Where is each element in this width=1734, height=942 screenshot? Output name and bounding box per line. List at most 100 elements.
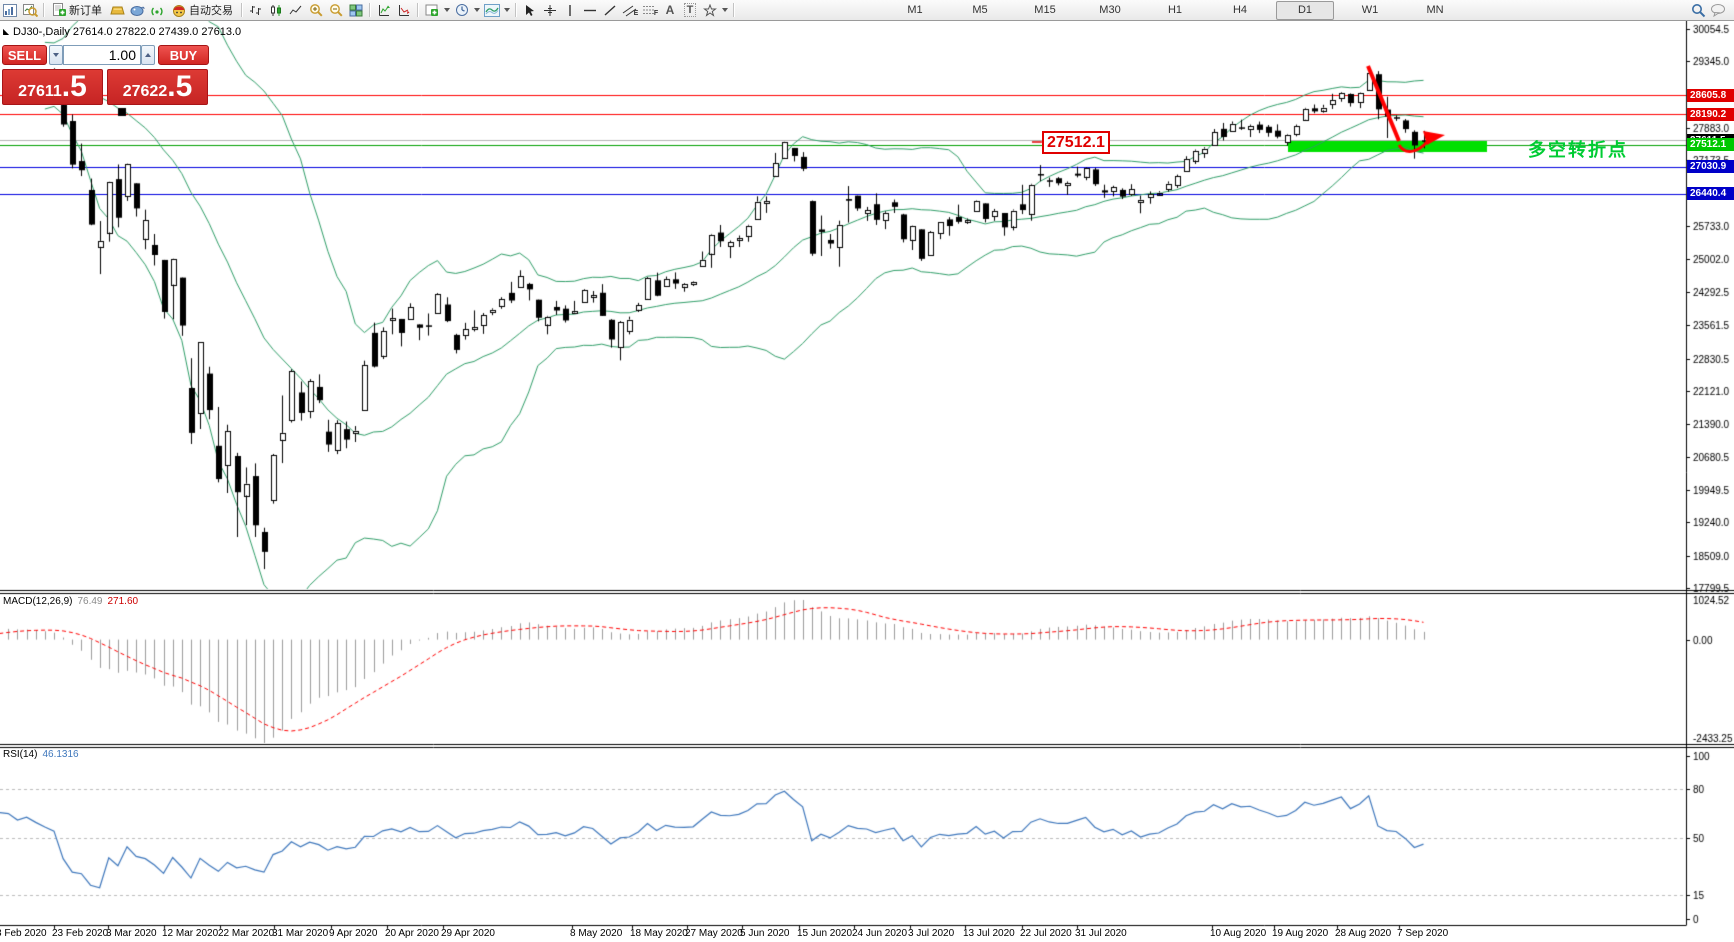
vertical-line-tool-icon[interactable] bbox=[560, 1, 580, 19]
candle-chart-mode-icon[interactable] bbox=[266, 1, 286, 19]
mql5-community-icon[interactable] bbox=[127, 1, 147, 19]
new-order-label: 新订单 bbox=[69, 5, 102, 17]
macd-signal-value: 271.60 bbox=[107, 596, 139, 607]
timeframe-button-W1[interactable]: W1 bbox=[1341, 1, 1399, 20]
timeframe-button-M1[interactable]: M1 bbox=[886, 1, 944, 20]
new-order-icon bbox=[53, 3, 66, 16]
auto-trading-icon bbox=[173, 4, 185, 17]
new-order-button[interactable]: 新订单 bbox=[48, 1, 107, 19]
add-indicator-icon[interactable] bbox=[422, 1, 442, 19]
toolbar-separator bbox=[733, 3, 735, 17]
date-axis-label: 28 Aug 2020 bbox=[1335, 928, 1392, 939]
fibo-letter: F bbox=[653, 9, 659, 17]
date-axis-label: 29 Apr 2020 bbox=[441, 928, 495, 939]
volume-increase-button[interactable] bbox=[141, 45, 155, 65]
new-chart-icon[interactable] bbox=[0, 1, 20, 19]
date-axis: 3 Feb 2020 23 Feb 2020 3 Mar 2020 12 Mar 20… bbox=[0, 926, 1734, 942]
sell-price-main: 27611 bbox=[18, 83, 62, 100]
horizontal-line-tool-icon[interactable] bbox=[580, 1, 600, 19]
macd-value: 76.49 bbox=[77, 596, 103, 607]
indicator-list-icon[interactable] bbox=[394, 1, 414, 19]
timeframe-button-H4[interactable]: H4 bbox=[1211, 1, 1269, 20]
toolbar-separator bbox=[43, 3, 45, 17]
toolbar-separator bbox=[241, 3, 243, 17]
gold-icon[interactable] bbox=[107, 1, 127, 19]
timeframe-button-M5[interactable]: M5 bbox=[951, 1, 1009, 20]
volume-decrease-button[interactable] bbox=[49, 45, 63, 65]
auto-trading-label: 自动交易 bbox=[189, 5, 233, 17]
sell-price-frac: .5 bbox=[61, 70, 87, 103]
date-axis-label: 22 Mar 2020 bbox=[218, 928, 275, 939]
tile-windows-icon[interactable] bbox=[346, 1, 366, 19]
rsi-title: RSI(14) bbox=[3, 749, 38, 760]
axis-price-tag: 28190.2 bbox=[1687, 108, 1734, 121]
date-axis-label: 5 Jun 2020 bbox=[740, 928, 790, 939]
template-icon[interactable] bbox=[482, 1, 502, 19]
line-chart-mode-icon[interactable] bbox=[286, 1, 306, 19]
timeframe-button-M15[interactable]: M15 bbox=[1016, 1, 1074, 20]
date-axis-label: 7 Sep 2020 bbox=[1397, 928, 1449, 939]
collapse-triangle-icon[interactable]: ◣ bbox=[3, 27, 9, 36]
sell-button[interactable]: SELL bbox=[2, 45, 47, 65]
date-axis-label: 31 Jul 2020 bbox=[1075, 928, 1127, 939]
date-axis-label: 20 Apr 2020 bbox=[385, 928, 439, 939]
text-tool-icon[interactable]: A bbox=[660, 1, 680, 19]
turning-point-annotation[interactable]: 多空转折点 bbox=[1528, 136, 1628, 162]
equidistant-channel-tool-icon[interactable]: E bbox=[620, 1, 640, 19]
date-axis-label: 3 Feb 2020 bbox=[0, 928, 47, 939]
timeframe-button-D1[interactable]: D1 bbox=[1276, 1, 1334, 20]
date-axis-label: 19 Aug 2020 bbox=[1272, 928, 1329, 939]
volume-input[interactable]: 1.00 bbox=[63, 45, 141, 65]
buy-button[interactable]: BUY bbox=[158, 45, 209, 65]
add-indicator-caret-icon[interactable] bbox=[444, 8, 450, 12]
bar-chart-mode-icon[interactable] bbox=[246, 1, 266, 19]
toolbar-separator bbox=[417, 3, 419, 17]
channel-letter: E bbox=[633, 9, 639, 17]
price-level-annotation[interactable]: 27512.1 bbox=[1042, 131, 1110, 154]
crosshair-icon[interactable] bbox=[540, 1, 560, 19]
fibonacci-tool-icon[interactable]: F bbox=[640, 1, 660, 19]
date-axis-label: 31 Mar 2020 bbox=[272, 928, 329, 939]
timeframe-toolbar: M1 M5 M15 M30 H1 H4 D1 W1 MN bbox=[886, 1, 1471, 20]
search-icon[interactable] bbox=[1688, 1, 1708, 19]
timeframe-button-M30[interactable]: M30 bbox=[1081, 1, 1139, 20]
zoom-out-icon[interactable] bbox=[326, 1, 346, 19]
chat-icon[interactable] bbox=[1708, 1, 1728, 19]
indicator-window-icon[interactable] bbox=[374, 1, 394, 19]
timeframe-button-MN[interactable]: MN bbox=[1406, 1, 1464, 20]
timeframe-button-H1[interactable]: H1 bbox=[1146, 1, 1204, 20]
buy-price-frac: .5 bbox=[167, 70, 193, 103]
profiles-icon[interactable] bbox=[20, 1, 40, 19]
rsi-indicator-label: RSI(14) 46.1316 bbox=[3, 749, 79, 760]
chart-symbol-title: DJ30-,Daily 27614.0 27822.0 27439.0 2761… bbox=[13, 26, 242, 38]
date-axis-label: 27 May 2020 bbox=[685, 928, 743, 939]
date-axis-label: 23 Feb 2020 bbox=[52, 928, 109, 939]
buy-price-main: 27622 bbox=[122, 83, 168, 100]
period-clock-icon[interactable] bbox=[452, 1, 472, 19]
date-axis-label: 10 Aug 2020 bbox=[1210, 928, 1267, 939]
axis-price-tag: 28605.8 bbox=[1687, 89, 1734, 102]
auto-trading-button[interactable]: 自动交易 bbox=[167, 1, 238, 19]
date-axis-label: 13 Jul 2020 bbox=[963, 928, 1015, 939]
period-caret-icon[interactable] bbox=[474, 8, 480, 12]
axis-price-tag: 26440.4 bbox=[1687, 187, 1734, 200]
buy-price-display[interactable]: 27622.5 bbox=[107, 69, 208, 105]
template-caret-icon[interactable] bbox=[504, 8, 510, 12]
one-click-trade-panel: SELL 1.00 BUY 27611.5 27622.5 bbox=[2, 45, 210, 107]
price-chart-canvas[interactable] bbox=[0, 0, 1734, 942]
trendline-tool-icon[interactable] bbox=[600, 1, 620, 19]
zoom-in-icon[interactable] bbox=[306, 1, 326, 19]
axis-price-tag: 27030.9 bbox=[1687, 160, 1734, 173]
date-axis-label: 3 Jul 2020 bbox=[908, 928, 955, 939]
sell-price-display[interactable]: 27611.5 bbox=[2, 69, 103, 105]
axis-price-tag: 27512.1 bbox=[1687, 138, 1734, 151]
date-axis-label: 12 Mar 2020 bbox=[162, 928, 219, 939]
date-axis-label: 18 May 2020 bbox=[630, 928, 688, 939]
text-label-tool-icon[interactable]: T bbox=[680, 1, 700, 19]
macd-title: MACD(12,26,9) bbox=[3, 596, 73, 607]
signals-icon[interactable] bbox=[147, 1, 167, 19]
arrows-caret-icon[interactable] bbox=[722, 8, 728, 12]
arrows-tool-icon[interactable] bbox=[700, 1, 720, 19]
date-axis-label: 3 Mar 2020 bbox=[106, 928, 157, 939]
cursor-icon[interactable] bbox=[520, 1, 540, 19]
